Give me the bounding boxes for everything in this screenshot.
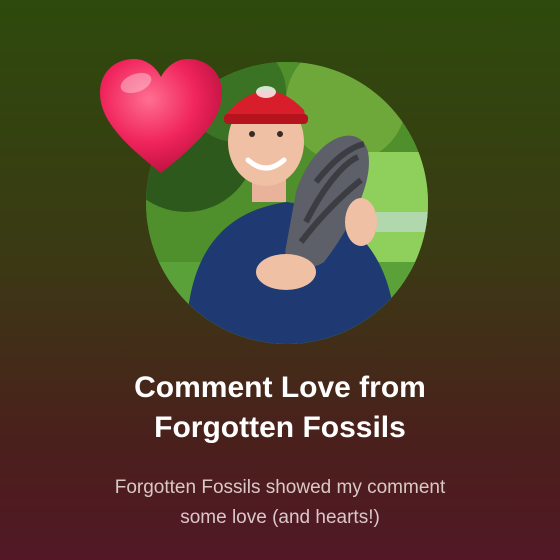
heart-icon: [96, 55, 226, 180]
title-line-1: Comment Love from: [134, 371, 426, 404]
message-line-2: some love (and hearts!): [180, 507, 380, 528]
message-line-1: Forgotten Fossils showed my comment: [114, 477, 446, 498]
notification-title: Comment Love from Forgotten Fossils: [40, 368, 520, 448]
notification-message: Forgotten Fossils showed my comment some…: [40, 473, 520, 533]
title-line-2: Forgotten Fossils: [154, 411, 406, 444]
comment-love-card: Comment Love from Forgotten Fossils Forg…: [0, 0, 560, 560]
